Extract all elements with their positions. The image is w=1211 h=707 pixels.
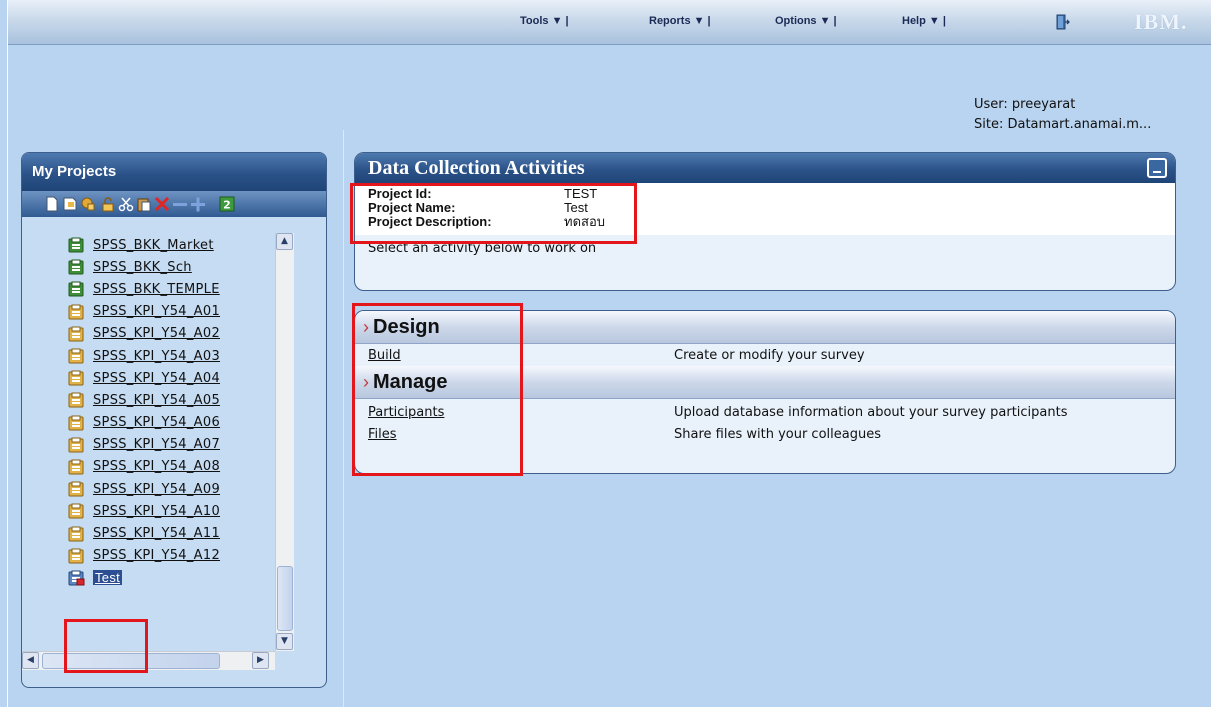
project-tree-item[interactable]: SPSS_KPI_Y54_A09: [68, 478, 286, 500]
user-info: User: preeyarat Site: Datamart.anamai.m.…: [974, 95, 1151, 135]
project-icon: [68, 304, 84, 320]
paste-icon[interactable]: [136, 196, 152, 212]
menu-tools[interactable]: Tools ▼ |: [520, 15, 569, 27]
project-tree-item-label[interactable]: SPSS_KPI_Y54_A07: [93, 437, 220, 452]
properties-icon[interactable]: [62, 196, 78, 212]
project-tree-item-label[interactable]: SPSS_BKK_TEMPLE: [93, 282, 220, 297]
project-tree-item-label[interactable]: SPSS_KPI_Y54_A05: [93, 393, 220, 408]
project-tree-item-label[interactable]: SPSS_KPI_Y54_A02: [93, 326, 220, 341]
project-tree-item-label[interactable]: SPSS_KPI_Y54_A11: [93, 526, 220, 541]
project-icon: [68, 437, 84, 453]
scroll-down-button[interactable]: ▼: [276, 633, 293, 650]
project-tree-item[interactable]: SPSS_BKK_Market: [68, 234, 286, 256]
project-tree-item-label[interactable]: Test: [93, 570, 123, 586]
project-icon: [68, 348, 84, 364]
vertical-scroll-thumb[interactable]: [277, 566, 293, 631]
project-icon: [68, 415, 84, 431]
project-icon: [68, 392, 84, 408]
project-tree-item[interactable]: SPSS_KPI_Y54_A08: [68, 456, 286, 478]
project-icon: [68, 237, 84, 253]
project-tree-item-label[interactable]: SPSS_BKK_Sch: [93, 260, 192, 275]
menu-help[interactable]: Help ▼ |: [902, 15, 946, 27]
project-tree-item[interactable]: SPSS_KPI_Y54_A01: [68, 301, 286, 323]
project-tree-item-label[interactable]: SPSS_KPI_Y54_A03: [93, 349, 220, 364]
scroll-left-button[interactable]: ◀: [22, 652, 39, 669]
highlight-activity-links: [352, 303, 523, 476]
highlight-test-project: [64, 619, 148, 673]
build-description: Create or modify your survey: [674, 347, 865, 363]
svg-text:2: 2: [223, 199, 231, 212]
project-icon: [68, 548, 84, 564]
locked-project-icon: [68, 570, 85, 586]
scroll-up-button[interactable]: ▲: [276, 233, 293, 250]
vertical-scrollbar[interactable]: ▲ ▼: [275, 233, 294, 651]
project-icon: [68, 370, 84, 386]
project-tree-item-label[interactable]: SPSS_KPI_Y54_A01: [93, 304, 220, 319]
scroll-right-button[interactable]: ▶: [252, 652, 269, 669]
user-name: User: preeyarat: [974, 97, 1076, 112]
project-tree-item-label[interactable]: SPSS_KPI_Y54_A04: [93, 371, 220, 386]
project-tree-item-label[interactable]: SPSS_KPI_Y54_A06: [93, 415, 220, 430]
site-name: Site: Datamart.anamai.m...: [974, 117, 1152, 132]
highlight-project-info: [350, 183, 637, 244]
activities-title: Data Collection Activities: [368, 157, 585, 179]
project-icon: [68, 459, 84, 475]
refresh-icon[interactable]: 2: [219, 196, 235, 212]
logout-icon[interactable]: [1056, 14, 1070, 30]
project-icon: [68, 326, 84, 342]
project-tree-item[interactable]: SPSS_KPI_Y54_A03: [68, 345, 286, 367]
project-tree-item[interactable]: SPSS_KPI_Y54_A11: [68, 522, 286, 544]
cut-icon[interactable]: [118, 196, 134, 212]
project-tree-item-label[interactable]: SPSS_KPI_Y54_A08: [93, 459, 220, 474]
project-tree-item[interactable]: SPSS_KPI_Y54_A07: [68, 434, 286, 456]
new-icon[interactable]: [44, 196, 60, 212]
project-icon: [68, 281, 84, 297]
project-tree-item[interactable]: SPSS_KPI_Y54_A06: [68, 412, 286, 434]
files-description: Share files with your colleagues: [674, 426, 881, 442]
pane-divider[interactable]: [343, 130, 344, 707]
project-tree-item[interactable]: SPSS_BKK_TEMPLE: [68, 278, 286, 300]
lock-icon[interactable]: [80, 196, 96, 212]
my-projects-panel: My Projects 2 SPSS_BKK_Market SPSS_BKK_Sc…: [21, 152, 327, 688]
delete-icon[interactable]: [154, 196, 170, 212]
project-icon: [68, 259, 84, 275]
project-tree-item[interactable]: SPSS_KPI_Y54_A02: [68, 323, 286, 345]
window-edge: [7, 0, 8, 707]
project-tree-item[interactable]: SPSS_KPI_Y54_A10: [68, 500, 286, 522]
project-tree-item[interactable]: SPSS_KPI_Y54_A05: [68, 389, 286, 411]
project-tree-item[interactable]: SPSS_KPI_Y54_A12: [68, 545, 286, 567]
project-tree-item[interactable]: Test: [68, 567, 286, 589]
horizontal-scrollbar[interactable]: ◀ ▶: [22, 651, 275, 670]
project-tree-item-label[interactable]: SPSS_KPI_Y54_A12: [93, 548, 220, 563]
my-projects-title: My Projects: [22, 153, 326, 191]
menu-reports[interactable]: Reports ▼ |: [649, 15, 711, 27]
top-navigation-bar: Tools ▼ | Reports ▼ | Options ▼ | Help ▼…: [8, 0, 1211, 45]
project-tree-item[interactable]: SPSS_BKK_Sch: [68, 256, 286, 278]
activities-title-bar: Data Collection Activities: [355, 153, 1175, 183]
ibm-logo: IBM.: [1134, 9, 1188, 34]
collapse-icon[interactable]: [172, 196, 188, 212]
minimize-button[interactable]: [1147, 158, 1167, 178]
project-tree: SPSS_BKK_Market SPSS_BKK_Sch SPSS_BKK_TEMP…: [68, 234, 286, 658]
project-tree-item-label[interactable]: SPSS_BKK_Market: [93, 238, 214, 253]
project-icon: [68, 526, 84, 542]
projects-toolbar: 2: [22, 191, 326, 217]
project-tree-item-label[interactable]: SPSS_KPI_Y54_A09: [93, 482, 220, 497]
unlock-icon[interactable]: [100, 196, 116, 212]
project-icon: [68, 503, 84, 519]
project-tree-item[interactable]: SPSS_KPI_Y54_A04: [68, 367, 286, 389]
project-icon: [68, 481, 84, 497]
menu-options[interactable]: Options ▼ |: [775, 15, 837, 27]
expand-icon[interactable]: [190, 196, 206, 212]
participants-description: Upload database information about your s…: [674, 404, 1068, 420]
project-tree-item-label[interactable]: SPSS_KPI_Y54_A10: [93, 504, 220, 519]
